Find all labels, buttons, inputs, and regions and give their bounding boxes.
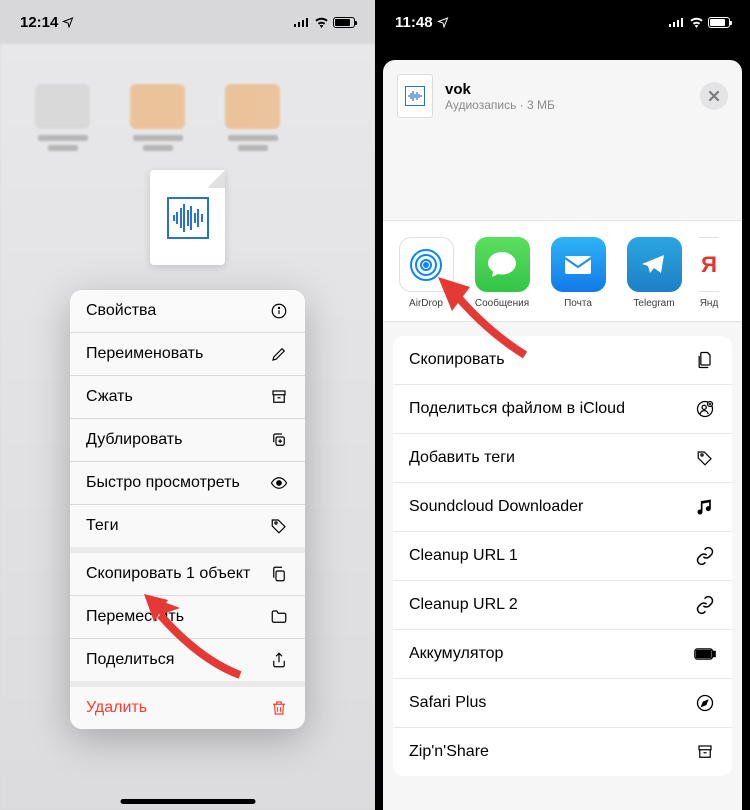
link-icon [694,594,716,616]
context-menu-item[interactable]: Переименовать [70,333,305,376]
mail-icon [551,237,606,292]
menu-item-label: Переместить [86,608,184,626]
share-app-mail[interactable]: Почта [547,237,609,309]
context-menu-item[interactable]: Сжать [70,376,305,419]
context-menu-item[interactable]: Дублировать [70,419,305,462]
share-action-row[interactable]: Soundcloud Downloader [393,483,732,532]
share-action-row[interactable]: Cleanup URL 1 [393,532,732,581]
share-app-telegram[interactable]: Telegram [623,237,685,309]
file-type-icon [397,74,433,118]
share-app-yandex[interactable]: Я Янд [699,237,719,309]
compass-icon [694,692,716,714]
tag-icon [694,447,716,469]
screen-left-files-context: 12:14 [0,0,375,810]
svg-text:Я: Я [701,252,717,277]
link-icon [694,545,716,567]
share-actions-list: Скопировать Поделиться файлом в iCloud Доб… [393,336,732,776]
location-icon [437,16,449,28]
close-button[interactable] [700,82,728,110]
share-file-subtitle: Аудиозапись · 3 МБ [445,98,688,112]
share-apps-row: AirDrop Сообщения Почта Telegram Я Янд [383,220,742,322]
person-plus-icon [694,398,716,420]
app-label: Telegram [633,298,674,309]
status-bar: 12:14 [0,0,375,44]
messages-icon [475,237,530,292]
archive-icon [269,387,289,407]
selected-file-preview [150,170,225,265]
share-action-row[interactable]: Добавить теги [393,434,732,483]
share-action-row[interactable]: Zip'n'Share [393,728,732,776]
battery-icon [333,17,355,28]
screen-right-share-sheet: 11:48 vok Аудиозапись · 3 МБ Air [375,0,750,810]
duplicate-icon [269,430,289,450]
share-action-row[interactable]: Safari Plus [393,679,732,728]
copy-icon [269,564,289,584]
eye-icon [269,473,289,493]
status-time: 11:48 [395,14,433,31]
menu-item-label: Сжать [86,388,133,406]
status-time: 12:14 [20,14,58,31]
context-menu-item[interactable]: Переместить [70,596,305,639]
copy-docs-icon [694,349,716,371]
wifi-icon [689,17,704,28]
context-menu-item[interactable]: Удалить [70,687,305,729]
wifi-icon [314,17,329,28]
context-menu-item[interactable]: Поделиться [70,639,305,687]
info-icon [269,301,289,321]
share-action-row[interactable]: Скопировать [393,336,732,385]
home-indicator [120,799,255,804]
app-label: Почта [564,298,592,309]
share-app-airdrop[interactable]: AirDrop [395,237,457,309]
action-label: Cleanup URL 2 [409,596,518,614]
share-header: vok Аудиозапись · 3 МБ [383,60,742,130]
share-action-row[interactable]: Поделиться файлом в iCloud [393,385,732,434]
airdrop-icon [399,237,454,292]
battery-icon [694,643,716,665]
battery-icon [708,17,730,28]
trash-icon [269,698,289,718]
action-label: Добавить теги [409,449,515,467]
context-menu-item[interactable]: Теги [70,505,305,553]
action-label: Safari Plus [409,694,486,712]
share-action-row[interactable]: Аккумулятор [393,630,732,679]
menu-item-label: Поделиться [86,651,174,669]
app-label: Янд [700,298,719,309]
archive-icon [694,741,716,763]
yandex-icon: Я [699,237,719,292]
action-label: Cleanup URL 1 [409,547,518,565]
menu-item-label: Быстро просмотреть [86,474,240,492]
context-menu-item[interactable]: Быстро просмотреть [70,462,305,505]
location-icon [62,16,74,28]
context-menu: Свойства Переименовать Сжать Дублировать Быс… [70,290,305,729]
pencil-icon [269,344,289,364]
close-icon [708,90,720,102]
context-menu-item[interactable]: Скопировать 1 объект [70,553,305,596]
share-app-messages[interactable]: Сообщения [471,237,533,309]
action-label: Zip'n'Share [409,743,489,761]
signal-icon [294,17,310,27]
menu-item-label: Скопировать 1 объект [86,565,250,583]
share-sheet: vok Аудиозапись · 3 МБ AirDrop Сообщения П… [383,60,742,810]
music-icon [694,496,716,518]
status-bar: 11:48 [375,0,750,44]
share-action-row[interactable]: Cleanup URL 2 [393,581,732,630]
action-label: Soundcloud Downloader [409,498,583,516]
share-file-name: vok [445,81,688,98]
tag-icon [269,516,289,536]
app-label: AirDrop [409,298,443,309]
folder-icon [269,607,289,627]
action-label: Поделиться файлом в iCloud [409,400,625,418]
context-menu-item[interactable]: Свойства [70,290,305,333]
menu-item-label: Переименовать [86,345,203,363]
action-label: Аккумулятор [409,645,503,663]
menu-item-label: Дублировать [86,431,182,449]
share-icon [269,650,289,670]
menu-item-label: Свойства [86,302,156,320]
menu-item-label: Удалить [86,699,147,717]
signal-icon [669,17,685,27]
app-label: Сообщения [475,298,529,309]
telegram-icon [627,237,682,292]
action-label: Скопировать [409,351,505,369]
menu-item-label: Теги [86,517,119,535]
